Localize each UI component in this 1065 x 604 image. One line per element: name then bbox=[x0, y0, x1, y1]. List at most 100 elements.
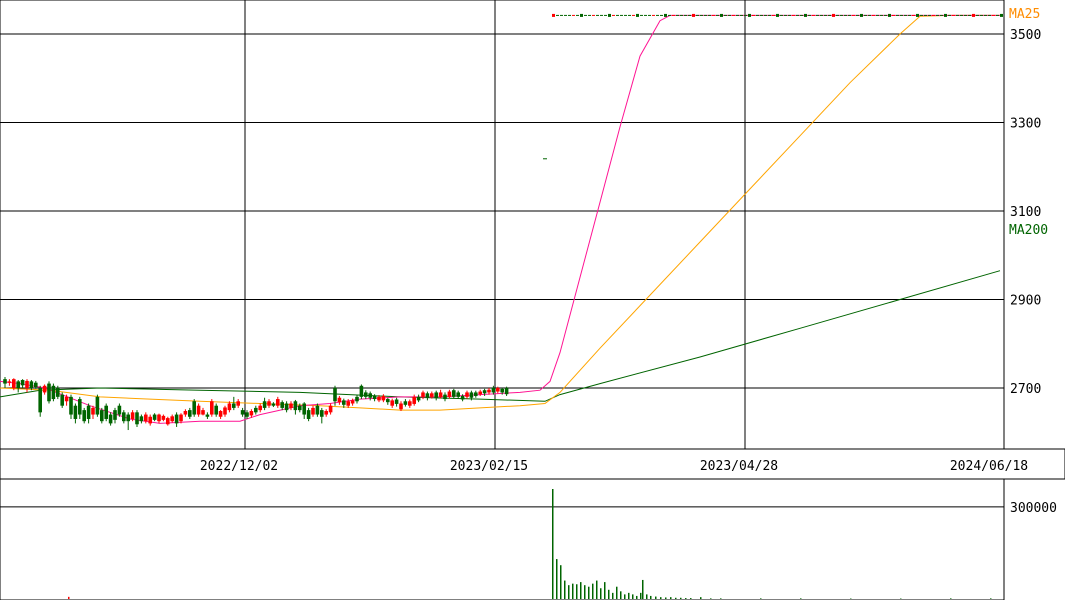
flat-candle bbox=[884, 15, 887, 16]
candle-down bbox=[272, 403, 276, 405]
candle-down bbox=[386, 399, 390, 402]
candle-down bbox=[470, 392, 474, 397]
flat-candle bbox=[956, 15, 959, 16]
candle-down bbox=[214, 406, 218, 415]
candle-down bbox=[140, 416, 144, 421]
volume-bar bbox=[685, 598, 687, 599]
flat-candle bbox=[708, 15, 711, 16]
candle-down bbox=[82, 410, 86, 421]
flat-candle bbox=[724, 15, 727, 16]
flat-candle bbox=[632, 15, 635, 16]
volume-bar bbox=[675, 598, 677, 599]
candle-down bbox=[254, 408, 258, 412]
flat-candle bbox=[720, 14, 723, 17]
volume-bar bbox=[800, 598, 802, 599]
candle-down bbox=[426, 393, 430, 397]
flat-candle bbox=[704, 15, 707, 16]
candle-down bbox=[342, 400, 346, 404]
flat-candle bbox=[824, 15, 827, 16]
candle-up bbox=[210, 401, 214, 414]
flat-candle bbox=[748, 14, 751, 17]
flat-candle bbox=[936, 15, 939, 16]
candle-up bbox=[408, 401, 412, 405]
candle-up bbox=[478, 392, 482, 395]
flat-candle bbox=[696, 15, 699, 16]
volume-bar bbox=[552, 489, 554, 599]
volume-bar bbox=[760, 598, 762, 599]
volume-bar bbox=[720, 598, 722, 599]
flat-candle bbox=[852, 15, 855, 16]
flat-candle bbox=[836, 15, 839, 16]
candle-down bbox=[285, 403, 289, 410]
flat-candle bbox=[716, 15, 719, 16]
flat-candle bbox=[832, 14, 835, 17]
candle-up bbox=[324, 411, 328, 415]
candle-down bbox=[126, 415, 130, 422]
flat-candle bbox=[572, 15, 575, 16]
flat-candle bbox=[624, 15, 627, 16]
candle-down bbox=[452, 390, 456, 397]
candle-down bbox=[60, 395, 64, 406]
candle-up bbox=[201, 410, 205, 414]
candle-up bbox=[496, 388, 500, 392]
flat-candle bbox=[604, 15, 607, 16]
flat-candle bbox=[556, 15, 559, 16]
price-tick-label: 2900 bbox=[1010, 294, 1041, 309]
candle-down bbox=[192, 401, 196, 414]
candle-up bbox=[166, 418, 170, 424]
candle-down bbox=[395, 400, 399, 404]
flat-candle bbox=[764, 15, 767, 16]
flat-candle bbox=[620, 15, 623, 16]
flat-candle bbox=[692, 14, 695, 17]
volume-bar bbox=[576, 584, 578, 599]
candle-down bbox=[461, 396, 465, 400]
candle-up bbox=[184, 411, 188, 415]
flat-candle bbox=[1000, 14, 1003, 17]
flat-candle bbox=[964, 15, 967, 16]
stock-chart-svg: 270029003100330035003000002022/12/022023… bbox=[0, 0, 1065, 600]
candle-down bbox=[109, 415, 113, 424]
candle-up bbox=[12, 379, 16, 388]
candle-up bbox=[144, 415, 148, 422]
flat-candle bbox=[612, 15, 615, 16]
candle-down bbox=[492, 388, 496, 392]
flat-candle bbox=[668, 15, 671, 16]
candle-down bbox=[307, 410, 311, 419]
candle-up bbox=[25, 381, 29, 388]
flat-candle bbox=[780, 15, 783, 16]
volume-bar bbox=[665, 597, 667, 599]
flat-candle bbox=[904, 15, 907, 16]
flat-candle bbox=[652, 15, 655, 16]
candle-up bbox=[465, 392, 469, 396]
date-tick-label: 2023/02/15 bbox=[450, 459, 528, 474]
candle-up bbox=[219, 411, 223, 417]
volume-bar bbox=[700, 597, 702, 599]
flat-candle bbox=[900, 15, 903, 16]
candle-down bbox=[69, 397, 73, 415]
candle-down bbox=[118, 406, 122, 415]
candle-down bbox=[434, 392, 438, 397]
candle-up bbox=[162, 416, 166, 420]
flat-candle bbox=[812, 15, 815, 16]
flat-candle bbox=[828, 15, 831, 16]
candle-up bbox=[250, 411, 254, 415]
volume-bar bbox=[564, 581, 566, 599]
volume-bar bbox=[600, 588, 602, 599]
candle-up bbox=[157, 415, 161, 422]
date-tick-label: 2023/04/28 bbox=[700, 459, 778, 474]
candle-up bbox=[448, 392, 452, 397]
candle-up bbox=[487, 390, 491, 393]
flat-candle bbox=[932, 15, 935, 16]
flat-candle bbox=[800, 15, 803, 16]
volume-bar bbox=[990, 598, 992, 599]
flat-candle bbox=[776, 14, 779, 17]
volume-bar bbox=[655, 597, 657, 599]
volume-bar bbox=[646, 594, 648, 599]
candle-down bbox=[175, 415, 179, 424]
flat-candle bbox=[928, 15, 931, 16]
volume-panel-frame bbox=[0, 479, 1004, 600]
flat-candle bbox=[888, 14, 891, 17]
flat-candle bbox=[580, 14, 583, 17]
volume-bar bbox=[592, 584, 594, 599]
volume-bar bbox=[670, 597, 672, 599]
